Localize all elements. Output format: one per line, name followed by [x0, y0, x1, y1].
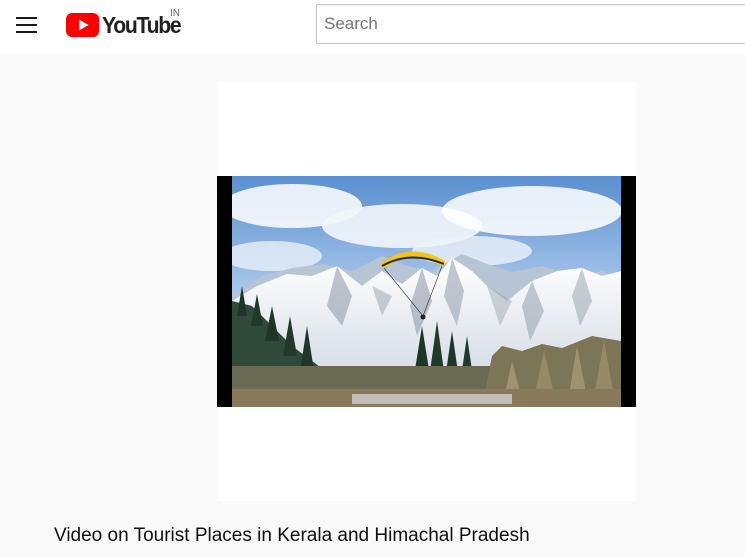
menu-icon[interactable] [12, 11, 42, 41]
video-card[interactable] [217, 82, 636, 501]
video-title[interactable]: Video on Tourist Places in Kerala and Hi… [54, 525, 530, 547]
thumbnail-image [232, 176, 621, 407]
logo-wordmark: YouTube [102, 12, 182, 38]
youtube-logo[interactable]: YouTube [66, 12, 187, 38]
country-code: IN [170, 8, 180, 19]
video-thumbnail[interactable] [217, 176, 636, 407]
search-box[interactable] [316, 4, 745, 44]
masthead: YouTube IN [0, 0, 745, 55]
youtube-play-icon [66, 13, 99, 37]
search-input[interactable] [317, 5, 745, 43]
